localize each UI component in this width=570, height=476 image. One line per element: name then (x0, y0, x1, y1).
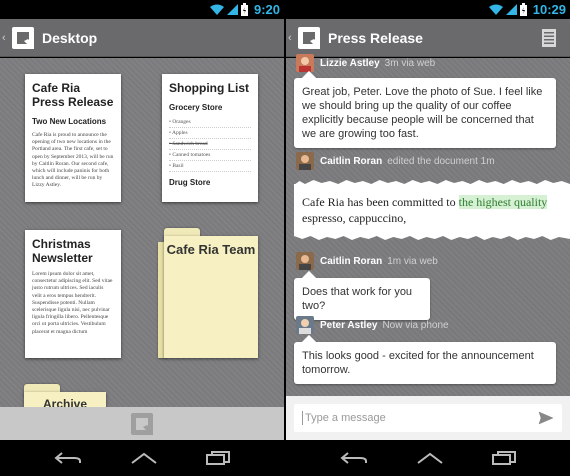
message-meta: 3m via web (384, 57, 436, 69)
torn-edge-bottom (294, 235, 570, 240)
message-meta: edited the document 1m (387, 155, 495, 167)
status-bar: 10:29 (286, 0, 570, 19)
sender-name[interactable]: Peter Astley (320, 320, 377, 331)
avatar[interactable] (296, 316, 314, 334)
wifi-icon (488, 4, 503, 15)
folder-cafe-ria-team[interactable]: Cafe Ria Team (158, 228, 258, 358)
message-bubble: This looks good - excited for the announ… (294, 342, 556, 384)
message-composer (294, 404, 562, 432)
recents-icon[interactable] (206, 451, 230, 465)
signal-icon (226, 4, 238, 15)
shopping-items: Oranges Apples Sandwich bread Canned tom… (169, 117, 251, 172)
document-menu-icon[interactable] (542, 29, 556, 47)
document-subtitle: Grocery Store (169, 103, 223, 112)
message-header: Caitlin Roran 1m via web (296, 252, 438, 270)
status-time: 9:20 (253, 2, 280, 17)
back-icon[interactable] (54, 451, 82, 465)
message-bubble: Great job, Peter. Love the photo of Sue.… (294, 78, 556, 148)
avatar[interactable] (296, 252, 314, 270)
list-item: Apples (169, 128, 251, 139)
quip-logo-icon[interactable] (298, 26, 320, 49)
home-icon[interactable] (130, 451, 158, 465)
document-christmas-newsletter[interactable]: Christmas Newsletter Lorem ipsum dolor s… (25, 230, 121, 358)
document-title: Shopping List (169, 81, 249, 95)
send-icon[interactable] (538, 410, 554, 426)
message-meta: Now via phone (382, 319, 449, 331)
message-text: Does that work for you two? (302, 286, 413, 312)
sender-name[interactable]: Caitlin Roran (320, 156, 382, 167)
document-title: Christmas Newsletter (32, 237, 93, 265)
action-bar: ‹ Press Release (286, 19, 570, 57)
document-title: Cafe Ria Press Release (32, 81, 114, 109)
signal-icon (505, 4, 517, 15)
list-item: Oranges (169, 117, 251, 128)
folder-label: Cafe Ria Team (166, 242, 256, 257)
sender-name[interactable]: Caitlin Roran (320, 256, 382, 267)
message-header: Lizzie Astley 3m via web (296, 54, 435, 72)
battery-icon (240, 3, 248, 16)
excerpt-text: Cafe Ria has been committed to (302, 195, 459, 209)
excerpt-text: espresso, cappuccino, (302, 211, 407, 225)
page-title: Desktop (42, 29, 98, 46)
message-text: This looks good - excited for the announ… (302, 350, 534, 376)
home-icon[interactable] (416, 451, 444, 465)
message-meta: 1m via web (387, 255, 438, 267)
document-excerpt[interactable]: Cafe Ria has been committed to the highe… (294, 180, 570, 240)
document-subtitle: Drug Store (169, 178, 211, 187)
up-caret-icon[interactable]: ‹ (2, 32, 10, 44)
page-title: Press Release (328, 29, 423, 46)
document-body: Cafe Ria is proud to announce the openin… (32, 132, 114, 189)
document-body: Lorem ipsum dolor sit amet, consectetur … (32, 271, 113, 335)
quip-logo-icon[interactable] (12, 26, 34, 49)
list-item: Sandwich bread (169, 139, 251, 150)
recents-icon[interactable] (492, 451, 516, 465)
document-shopping-list[interactable]: Shopping List Grocery Store Oranges Appl… (162, 74, 258, 202)
back-icon[interactable] (340, 451, 368, 465)
up-caret-icon[interactable]: ‹ (288, 32, 296, 44)
document-press-release[interactable]: Cafe Ria Press Release Two New Locations… (25, 74, 121, 202)
left-phone-screen: 9:20 ‹ Desktop Cafe Ria Press Release Tw… (0, 0, 284, 476)
avatar[interactable] (296, 152, 314, 170)
message-input[interactable] (302, 411, 538, 425)
sender-name[interactable]: Lizzie Astley (320, 58, 380, 69)
excerpt-highlight: the highest quality (458, 195, 548, 209)
message-header: Peter Astley Now via phone (296, 316, 449, 334)
action-bar: ‹ Desktop (0, 19, 284, 57)
desktop-grid: Cafe Ria Press Release Two New Locations… (0, 58, 284, 440)
bottom-toolbar (0, 407, 284, 440)
system-nav-bar (0, 440, 284, 476)
status-time: 10:29 (532, 2, 566, 17)
torn-edge-top (294, 180, 570, 185)
chat-thread: Lizzie Astley 3m via web Great job, Pete… (286, 54, 570, 440)
battery-icon (519, 3, 527, 16)
status-bar: 9:20 (0, 0, 284, 19)
avatar[interactable] (296, 54, 314, 72)
message-text: Great job, Peter. Love the photo of Sue.… (302, 86, 543, 140)
system-nav-bar (286, 440, 570, 476)
list-item: Canned tomatoes (169, 150, 251, 161)
wifi-icon (209, 4, 224, 15)
message-header: Caitlin Roran edited the document 1m (296, 152, 495, 170)
quip-watermark-icon[interactable] (131, 413, 153, 435)
list-item: Basil (169, 161, 251, 172)
document-subtitle: Two New Locations (32, 117, 107, 126)
right-phone-screen: 10:29 ‹ Press Release Lizzie Astley 3m v… (286, 0, 570, 476)
message-bubble: Does that work for you two? (294, 278, 430, 320)
